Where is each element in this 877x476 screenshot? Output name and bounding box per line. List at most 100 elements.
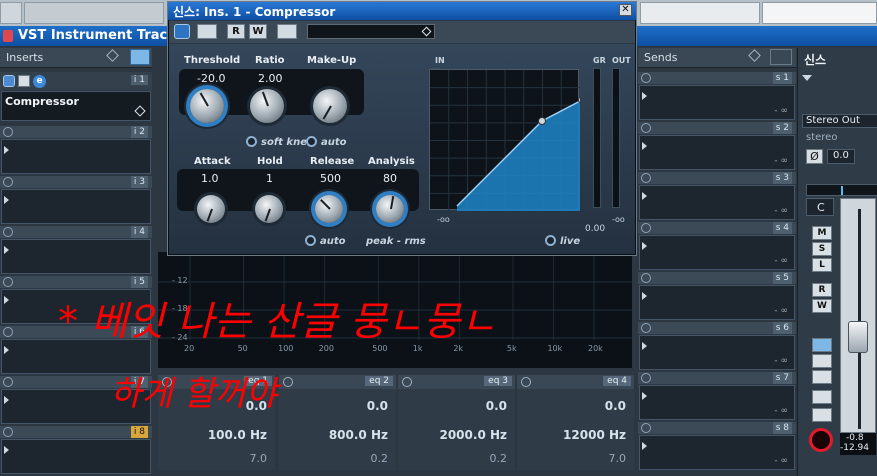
monitor-icon[interactable] [812,390,832,404]
insert-slot[interactable]: i 2 [0,126,152,176]
send-slot[interactable]: s 3 - ∞ [638,172,796,222]
play-arrow-icon[interactable] [642,442,647,450]
attack-value[interactable]: 1.0 [201,172,219,185]
write-automation-button[interactable]: W [812,299,832,313]
play-arrow-icon[interactable] [642,292,647,300]
eq-frequency[interactable]: 800.0 Hz [329,428,388,442]
power-icon[interactable] [641,323,651,333]
insert-slot[interactable]: i 5 [0,276,152,326]
toolbar-button[interactable] [0,2,22,24]
phase-icon[interactable]: Ø [806,149,823,164]
record-button[interactable] [809,428,833,452]
power-icon[interactable] [3,377,13,387]
power-icon[interactable] [641,273,651,283]
eq-graph[interactable]: - 12 - 18 - 24 20 50 100 200 500 1k 2k 5k 10k 20k [158,252,632,368]
power-icon[interactable] [402,377,412,387]
eq-gain[interactable]: 0.0 [605,399,626,413]
diamond-icon[interactable] [748,49,761,62]
send-slot[interactable]: s 5 - ∞ [638,272,796,322]
play-arrow-icon[interactable] [4,246,9,254]
attack-knob[interactable] [197,195,225,223]
insert-slot-field[interactable] [1,189,151,224]
release-knob[interactable] [315,195,343,223]
close-icon[interactable]: ✕ [619,4,632,16]
eq-q[interactable]: 7.0 [250,452,268,465]
power-icon[interactable] [3,327,13,337]
insert-slot-field[interactable] [1,389,151,424]
hold-knob[interactable] [255,195,283,223]
play-arrow-icon[interactable] [4,296,9,304]
send-slot[interactable]: s 8 - ∞ [638,422,796,472]
threshold-point[interactable] [538,117,546,125]
makeup-auto-toggle[interactable] [306,136,317,147]
power-icon[interactable] [641,223,651,233]
insert-slot-1[interactable]: Compressor [1,91,151,121]
power-icon[interactable] [3,75,15,87]
play-arrow-icon[interactable] [642,192,647,200]
send-slot-field[interactable] [639,85,795,120]
insert-slot[interactable]: i 7 [0,376,152,426]
eq-state-icon[interactable] [812,354,832,368]
release-auto-toggle[interactable] [305,235,316,246]
play-arrow-icon[interactable] [642,342,647,350]
insert-slot-field[interactable] [1,289,151,324]
power-icon[interactable] [641,123,651,133]
makeup-knob[interactable] [313,89,347,123]
sidechain-icon[interactable] [277,24,297,39]
power-icon[interactable] [3,227,13,237]
sends-state-icon[interactable] [812,370,832,384]
send-slot-field[interactable] [639,385,795,420]
eq-q[interactable]: 0.2 [371,452,389,465]
threshold-knob[interactable] [190,89,224,123]
send-slot-field[interactable] [639,335,795,370]
preset-menu-icon[interactable] [421,26,432,37]
listen-button[interactable]: L [812,258,832,272]
power-icon[interactable] [641,373,651,383]
volume-fader[interactable] [848,321,868,353]
insert-slot[interactable]: i 6 [0,326,152,376]
power-icon[interactable] [3,177,13,187]
eq-frequency[interactable]: 12000 Hz [563,428,626,442]
insert-slot[interactable]: i 8 [0,426,152,476]
eq-gain[interactable]: 0.0 [367,399,388,413]
power-icon[interactable] [3,277,13,287]
e-icon[interactable]: e [33,75,46,88]
threshold-value[interactable]: -20.0 [197,72,225,85]
eq-frequency[interactable]: 100.0 Hz [208,428,267,442]
play-arrow-icon[interactable] [642,92,647,100]
send-slot-field[interactable] [639,235,795,270]
send-slot-field[interactable] [639,185,795,220]
sends-bypass-button[interactable] [770,49,792,65]
play-arrow-icon[interactable] [4,146,9,154]
read-button[interactable]: R [227,24,245,39]
play-arrow-icon[interactable] [642,242,647,250]
pan-bar[interactable] [806,184,877,196]
play-arrow-icon[interactable] [4,346,9,354]
edit-icon[interactable] [18,75,30,87]
ratio-knob[interactable] [250,89,284,123]
power-icon[interactable] [174,24,190,39]
send-slot[interactable]: s 7 - ∞ [638,372,796,422]
play-arrow-icon[interactable] [642,392,647,400]
power-icon[interactable] [521,377,531,387]
preset-field[interactable] [307,24,435,39]
power-icon[interactable] [641,423,651,433]
output-select[interactable]: Stereo Out [802,114,877,128]
soft-knee-toggle[interactable] [246,136,257,147]
send-slot[interactable]: s 6 - ∞ [638,322,796,372]
power-icon[interactable] [641,173,651,183]
power-icon[interactable] [3,127,13,137]
bypass-icon[interactable] [197,24,217,39]
send-slot[interactable]: s 2 - ∞ [638,122,796,172]
read-automation-button[interactable]: R [812,283,832,297]
play-arrow-icon[interactable] [4,446,9,454]
insert-state-icon[interactable] [812,338,832,352]
write-button[interactable]: W [249,24,267,39]
power-icon[interactable] [283,377,293,387]
power-icon[interactable] [3,427,13,437]
send-slot-field[interactable] [639,435,795,470]
insert-bypass-button[interactable] [130,49,150,65]
mute-button[interactable]: M [812,226,832,240]
send-slot-field[interactable] [639,285,795,320]
ratio-value[interactable]: 2.00 [258,72,283,85]
